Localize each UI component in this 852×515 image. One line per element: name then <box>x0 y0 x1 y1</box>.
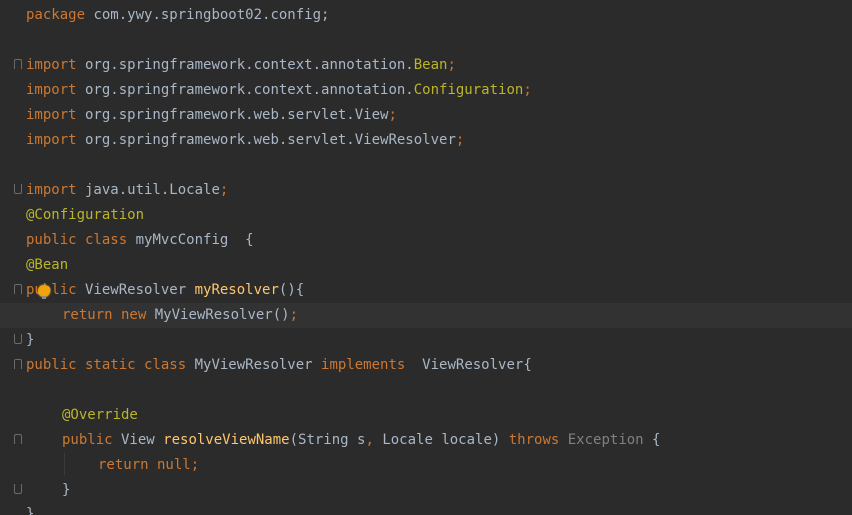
code-line[interactable]: import org.springframework.web.servlet.V… <box>26 128 852 153</box>
fold-toggle-icon[interactable] <box>14 284 22 294</box>
code-line-current[interactable]: return new MyViewResolver(); <box>0 303 852 328</box>
code-line[interactable]: import org.springframework.web.servlet.V… <box>26 103 852 128</box>
code-line[interactable]: } <box>26 502 852 515</box>
code-line[interactable]: @Bean <box>26 253 852 278</box>
code-line[interactable] <box>26 153 852 178</box>
fold-toggle-icon[interactable] <box>14 334 22 344</box>
fold-toggle-icon[interactable] <box>14 434 22 444</box>
code-line[interactable] <box>26 378 852 403</box>
code-line[interactable]: } <box>26 478 852 503</box>
fold-toggle-icon[interactable] <box>14 484 22 494</box>
code-line[interactable]: @Configuration <box>26 203 852 228</box>
fold-toggle-icon[interactable] <box>14 59 22 69</box>
code-line[interactable] <box>26 28 852 53</box>
fold-toggle-icon[interactable] <box>14 359 22 369</box>
code-line[interactable]: public View resolveViewName(String s, Lo… <box>26 428 852 453</box>
code-line[interactable]: import org.springframework.context.annot… <box>26 78 852 103</box>
code-line[interactable]: import java.util.Locale; <box>26 178 852 203</box>
code-line[interactable]: public ViewResolver myResolver(){ <box>26 278 852 303</box>
code-line[interactable]: } <box>26 328 852 353</box>
editor-gutter[interactable] <box>0 0 24 515</box>
code-line[interactable]: package com.ywy.springboot02.config; <box>26 3 852 28</box>
code-line[interactable]: return null; <box>26 453 852 478</box>
code-line[interactable]: public class myMvcConfig { <box>26 228 852 253</box>
fold-toggle-icon[interactable] <box>14 184 22 194</box>
lightbulb-icon[interactable] <box>38 285 50 299</box>
code-line[interactable]: @Override <box>26 403 852 428</box>
code-editor[interactable]: package com.ywy.springboot02.config; imp… <box>0 0 852 515</box>
code-area[interactable]: package com.ywy.springboot02.config; imp… <box>0 3 852 515</box>
code-line[interactable]: public static class MyViewResolver imple… <box>26 353 852 378</box>
code-line[interactable]: import org.springframework.context.annot… <box>26 53 852 78</box>
